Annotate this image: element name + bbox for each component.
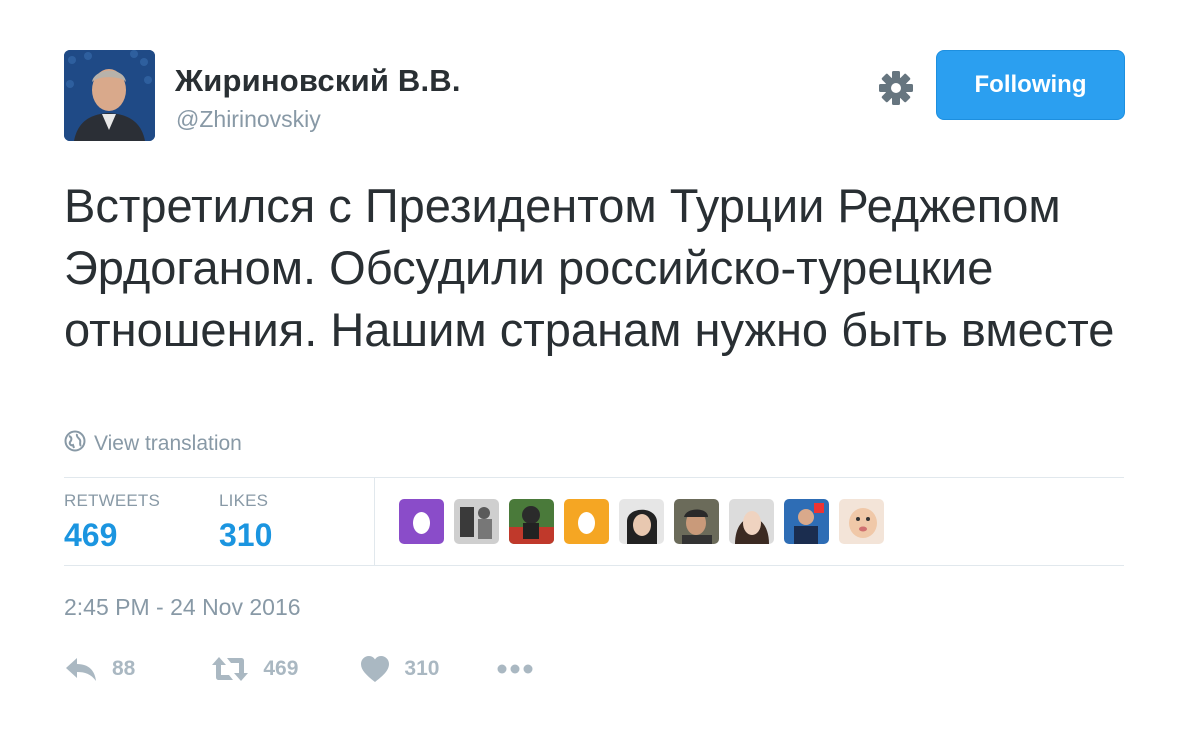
view-translation-label: View translation	[94, 432, 242, 455]
tweet-text: Встретился с Президентом Турции Реджепом…	[64, 179, 1115, 356]
liker-avatar[interactable]	[454, 499, 499, 544]
reply-icon	[64, 655, 98, 683]
like-button[interactable]: 310	[360, 655, 439, 683]
likers-avatars	[399, 499, 884, 544]
stats-divider	[374, 478, 375, 566]
likes-label: LIKES	[219, 491, 269, 510]
author-display-name[interactable]: Жириновский В.В.	[175, 63, 461, 99]
likes-stat[interactable]: LIKES 310	[219, 491, 272, 554]
liker-avatar[interactable]	[509, 499, 554, 544]
heart-icon	[360, 655, 390, 683]
author-avatar[interactable]	[64, 50, 155, 141]
reply-button[interactable]: 88	[64, 655, 135, 683]
liker-avatar[interactable]	[399, 499, 444, 544]
retweets-label: RETWEETS	[64, 491, 161, 510]
retweet-icon	[211, 655, 249, 683]
liker-avatar[interactable]	[784, 499, 829, 544]
likes-count[interactable]: 310	[219, 517, 272, 554]
tweet-timestamp[interactable]: 2:45 PM - 24 Nov 2016	[64, 594, 301, 621]
gear-icon[interactable]	[876, 68, 916, 108]
retweets-stat[interactable]: RETWEETS 469	[64, 491, 160, 554]
globe-icon	[64, 430, 86, 458]
tweet-actions: 88 469 310	[64, 651, 533, 687]
liker-avatar[interactable]	[564, 499, 609, 544]
following-button[interactable]: Following	[936, 50, 1125, 120]
liker-avatar[interactable]	[839, 499, 884, 544]
retweet-count: 469	[263, 657, 299, 680]
retweets-count[interactable]: 469	[64, 517, 160, 554]
reply-count: 88	[112, 657, 136, 680]
liker-avatar[interactable]	[619, 499, 664, 544]
view-translation-link[interactable]: View translation	[64, 429, 242, 459]
author-handle[interactable]: @Zhirinovskiy	[176, 106, 321, 133]
divider-top	[64, 477, 1124, 478]
more-button[interactable]	[497, 663, 533, 675]
divider-bottom	[64, 565, 1124, 566]
retweet-button[interactable]: 469	[211, 655, 298, 683]
more-dots-icon	[497, 663, 533, 675]
liker-avatar[interactable]	[674, 499, 719, 544]
like-count: 310	[404, 657, 440, 680]
liker-avatar[interactable]	[729, 499, 774, 544]
